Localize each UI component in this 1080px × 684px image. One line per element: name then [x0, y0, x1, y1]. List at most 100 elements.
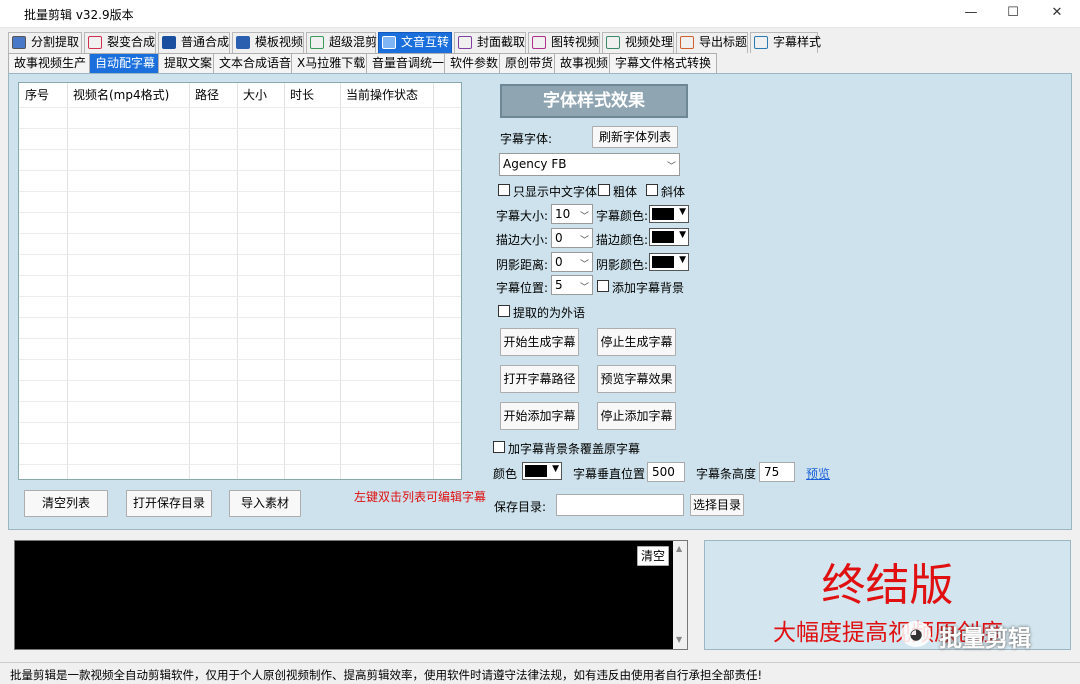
promo-panel: 终结版 大幅度提高视频原创度 ◕ 批量剪辑 — [704, 540, 1071, 652]
column-divider — [237, 83, 238, 479]
foreign-language-checkbox[interactable] — [498, 305, 510, 317]
log-output[interactable]: 清空 ▲ ▼ — [14, 540, 688, 650]
caret-down-icon: ▼ — [679, 230, 686, 240]
scrollbar[interactable]: ▲ ▼ — [673, 541, 687, 649]
start-add-subtitle-button[interactable]: 开始添加字幕 — [500, 402, 579, 430]
tab-super-mix[interactable]: 超级混剪 — [306, 32, 377, 53]
clear-log-button[interactable]: 清空 — [637, 546, 669, 566]
add-background-label: 添加字幕背景 — [612, 281, 685, 295]
clear-list-button[interactable]: 清空列表 — [24, 490, 108, 517]
outline-size-select[interactable]: 0 ﹀ — [551, 228, 593, 248]
maximize-icon[interactable]: ☐ — [998, 4, 1028, 24]
bold-checkbox[interactable] — [598, 184, 610, 196]
subtab-story-video[interactable]: 故事视频 — [554, 53, 615, 73]
position-select[interactable]: 5 ﹀ — [551, 275, 593, 295]
bar-color-picker[interactable]: ▼ — [522, 462, 562, 480]
subtitle-color-picker[interactable]: ▼ — [649, 205, 689, 223]
col-header-video-name: 视频名(mp4格式) — [73, 88, 170, 102]
fission-icon — [88, 36, 102, 49]
row-divider — [19, 359, 461, 360]
tab-subtitle-style[interactable]: 字幕样式 — [750, 32, 821, 53]
outline-color-picker[interactable]: ▼ — [649, 228, 689, 246]
color-swatch — [525, 465, 547, 477]
vertical-position-input[interactable]: 500 — [647, 462, 685, 482]
tab-template-video[interactable]: 模板视频 — [232, 32, 304, 53]
bar-height-input[interactable]: 75 — [759, 462, 795, 482]
subtab-auto-subtitle[interactable]: 自动配字幕 — [89, 53, 162, 73]
shadow-color-label: 阴影颜色: — [596, 258, 649, 272]
tab-text-audio-convert[interactable]: 文音互转 — [378, 32, 452, 53]
bar-color-label: 颜色 — [493, 467, 518, 481]
play-icon — [162, 36, 176, 49]
tab-cover-capture[interactable]: 封面截取 — [454, 32, 526, 53]
subtab-himalaya-download[interactable]: X马拉雅下载 — [291, 53, 372, 73]
minimize-icon[interactable]: — — [956, 4, 986, 24]
import-material-button[interactable]: 导入素材 — [229, 490, 301, 517]
scroll-up-icon[interactable]: ▲ — [676, 544, 682, 553]
add-background-checkbox[interactable] — [597, 280, 609, 292]
shadow-distance-select[interactable]: 0 ﹀ — [551, 252, 593, 272]
column-divider — [340, 83, 341, 479]
wechat-icon: ◕ — [901, 621, 931, 647]
open-subtitle-path-button[interactable]: 打开字幕路径 — [500, 365, 579, 393]
split-icon — [12, 36, 26, 49]
row-divider — [19, 401, 461, 402]
tab-image-to-video[interactable]: 图转视频 — [528, 32, 600, 53]
choose-dir-button[interactable]: 选择目录 — [690, 494, 744, 516]
chevron-down-icon: ﹀ — [579, 236, 589, 246]
tab-fission-compose[interactable]: 裂变合成 — [84, 32, 156, 53]
status-bar: 批量剪辑是一款视频全自动剪辑软件，仅用于个人原创视频制作、提高剪辑效率，使用软件… — [0, 662, 1080, 684]
caret-down-icon: ▼ — [552, 464, 559, 474]
subtab-extract-copy[interactable]: 提取文案 — [158, 53, 219, 73]
tab-split-extract[interactable]: 分割提取 — [8, 32, 82, 53]
subtab-story-production[interactable]: 故事视频生产 — [8, 53, 93, 73]
color-swatch — [652, 208, 674, 220]
foreign-language-label: 提取的为外语 — [513, 306, 586, 320]
column-divider — [284, 83, 285, 479]
chevron-down-icon: ﹀ — [666, 162, 676, 172]
only-chinese-checkbox[interactable] — [498, 184, 510, 196]
open-save-dir-button[interactable]: 打开保存目录 — [126, 490, 212, 517]
row-divider — [19, 191, 461, 192]
col-header-index: 序号 — [25, 88, 50, 102]
tab-normal-compose[interactable]: 普通合成 — [158, 32, 230, 53]
size-select[interactable]: 10 ﹀ — [551, 204, 593, 224]
preview-link[interactable]: 预览 — [806, 465, 830, 482]
subtab-volume-unify[interactable]: 音量音调统一 — [366, 53, 451, 73]
italic-label: 斜体 — [661, 185, 686, 199]
close-icon[interactable]: ✕ — [1042, 4, 1072, 24]
row-divider — [19, 149, 461, 150]
chevron-down-icon: ﹀ — [579, 212, 589, 222]
cover-subtitle-label: 加字幕背景条覆盖原字幕 — [508, 442, 641, 456]
start-generate-subtitle-button[interactable]: 开始生成字幕 — [500, 328, 579, 356]
font-style-effect-header[interactable]: 字体样式效果 — [500, 84, 688, 118]
subtab-software-params[interactable]: 软件参数 — [444, 53, 505, 73]
microphone-icon — [382, 36, 396, 49]
subtab-subtitle-format[interactable]: 字幕文件格式转换 — [609, 53, 718, 73]
row-divider — [19, 233, 461, 234]
cover-subtitle-checkbox[interactable] — [493, 441, 505, 453]
video-list-table[interactable]: 序号 视频名(mp4格式) 路径 大小 时长 当前操作状态 — [18, 82, 462, 480]
subtab-text-to-speech[interactable]: 文本合成语音 — [213, 53, 298, 73]
stop-add-subtitle-button[interactable]: 停止添加字幕 — [597, 402, 676, 430]
stop-generate-subtitle-button[interactable]: 停止生成字幕 — [597, 328, 676, 356]
outline-color-label: 描边颜色: — [596, 233, 649, 247]
save-dir-input[interactable] — [556, 494, 684, 516]
tab-export-title[interactable]: 导出标题 — [676, 32, 748, 53]
tab-video-process[interactable]: 视频处理 — [602, 32, 674, 53]
outline-size-label: 描边大小: — [496, 233, 549, 247]
subtab-original-goods[interactable]: 原创带货 — [499, 53, 560, 73]
bold-label: 粗体 — [613, 185, 638, 199]
refresh-font-list-button[interactable]: 刷新字体列表 — [592, 126, 678, 148]
chevron-down-icon: ﹀ — [579, 283, 589, 293]
preview-subtitle-effect-button[interactable]: 预览字幕效果 — [597, 365, 676, 393]
font-select[interactable]: Agency FB ﹀ — [499, 153, 680, 176]
scroll-down-icon[interactable]: ▼ — [676, 635, 682, 644]
image-icon — [458, 36, 472, 49]
caret-down-icon: ▼ — [679, 255, 686, 265]
chevron-down-icon: ﹀ — [579, 260, 589, 270]
audio-wave-icon — [310, 36, 324, 49]
shadow-color-picker[interactable]: ▼ — [649, 253, 689, 271]
col-header-size: 大小 — [243, 88, 268, 102]
italic-checkbox[interactable] — [646, 184, 658, 196]
